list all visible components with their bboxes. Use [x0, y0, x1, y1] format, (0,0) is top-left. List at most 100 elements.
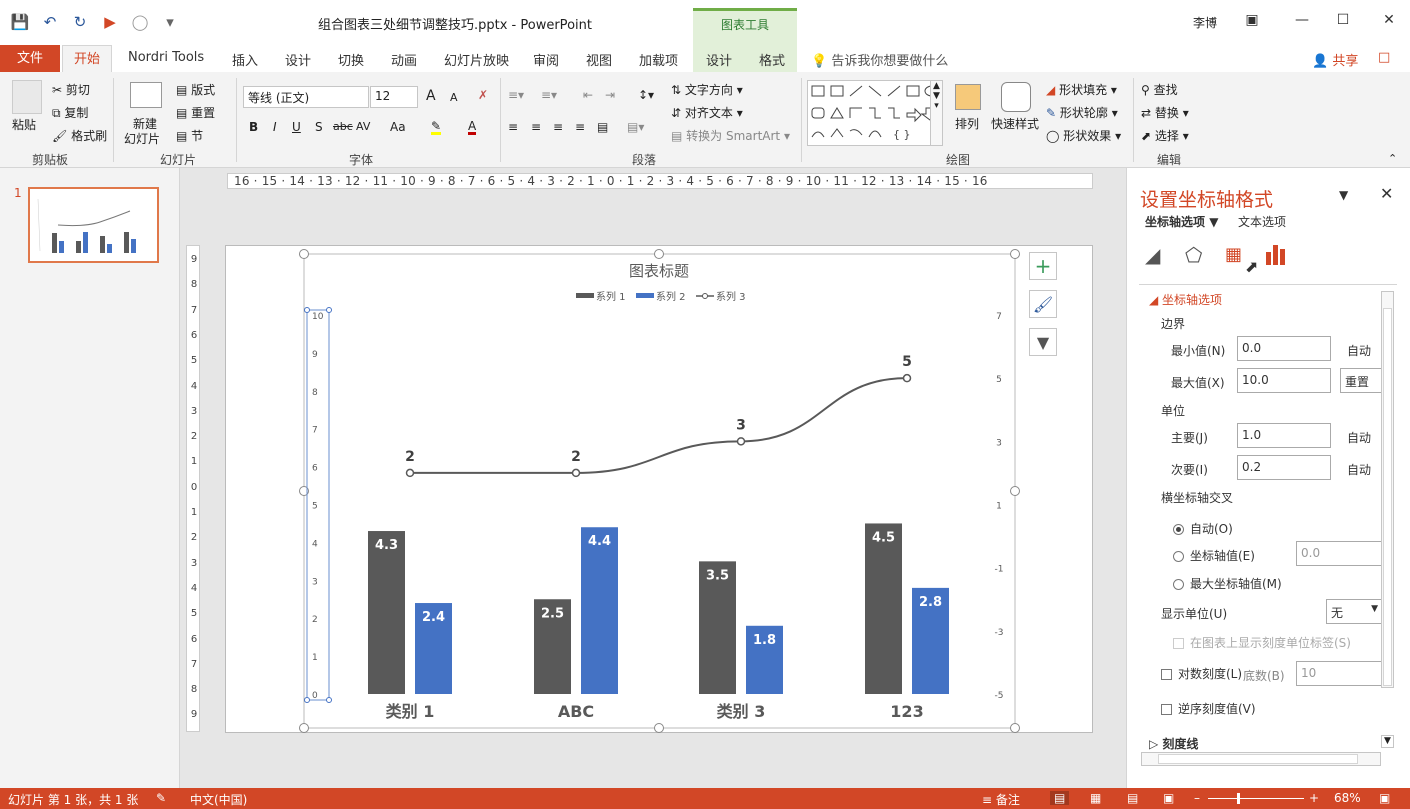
close-icon[interactable]: ✕: [1379, 12, 1399, 32]
effects-pentagon-icon[interactable]: ⬠: [1185, 243, 1202, 267]
highlight-icon[interactable]: ✎: [431, 120, 442, 135]
primary-value-axis[interactable]: 0 1 2 3 4 5 6 7 8 9 10: [312, 312, 324, 701]
cross-max-radio[interactable]: 最大坐标轴值(M): [1173, 575, 1282, 592]
find-button[interactable]: ⚲ 查找: [1141, 81, 1178, 98]
shape-fill-button[interactable]: ◢ 形状填充 ▾: [1046, 81, 1117, 98]
resize-handle[interactable]: [299, 723, 309, 733]
tab-text-options[interactable]: 文本选项: [1238, 213, 1286, 230]
min-input[interactable]: 0.0: [1237, 336, 1331, 361]
pane-close-icon[interactable]: ✕: [1380, 184, 1393, 203]
redo-icon[interactable]: ↻: [70, 12, 90, 32]
category-axis[interactable]: 类别 1 ABC 类别 3 123: [386, 702, 924, 721]
display-units-select[interactable]: 无 ▼: [1326, 599, 1382, 624]
paste-button[interactable]: 粘贴: [12, 116, 36, 133]
pane-vertical-scrollbar[interactable]: [1381, 291, 1394, 688]
zoom-out-icon[interactable]: –: [1194, 791, 1200, 805]
tab-animations[interactable]: 动画: [391, 50, 417, 69]
resize-handle[interactable]: [654, 249, 664, 259]
major-input[interactable]: 1.0: [1237, 423, 1331, 448]
cut-button[interactable]: ✂ 剪切: [52, 81, 90, 98]
comments-icon[interactable]: □: [1378, 50, 1390, 65]
numbering-icon[interactable]: ≡▾: [541, 88, 557, 102]
line-spacing-icon[interactable]: ↕▾: [638, 88, 654, 102]
resize-handle[interactable]: [1010, 486, 1020, 496]
undo-icon[interactable]: ↶: [40, 12, 60, 32]
line-marker[interactable]: [405, 468, 415, 478]
fill-line-icon[interactable]: ◢: [1145, 243, 1160, 267]
slide-canvas[interactable]: 图表标题 系列 1 系列 2 系列 3 0 1 2 3 4 5 6 7 8 9 10 -5 -3 -1 1 3 5…: [225, 245, 1093, 733]
axis-handle[interactable]: [304, 697, 310, 703]
minimize-icon[interactable]: —: [1292, 12, 1312, 32]
align-center-icon[interactable]: ≡: [531, 120, 541, 134]
align-left-icon[interactable]: ≡: [508, 120, 518, 134]
underline-button[interactable]: U: [292, 120, 301, 134]
section-tick-marks[interactable]: ▷ 刻度线: [1149, 735, 1198, 752]
bold-button[interactable]: B: [249, 120, 258, 134]
shadow-button[interactable]: S: [315, 120, 323, 134]
scroll-down-icon[interactable]: ▼: [1381, 735, 1394, 748]
primary-axis-selection-box[interactable]: [306, 309, 330, 701]
tab-review[interactable]: 审阅: [533, 50, 559, 69]
strikethrough-button[interactable]: abc: [333, 120, 353, 133]
line-marker[interactable]: [736, 437, 746, 446]
start-from-beginning-icon[interactable]: ▶: [100, 12, 120, 32]
notes-button[interactable]: ≡ 备注: [982, 791, 1020, 808]
chart-selection-handles[interactable]: [299, 249, 1020, 733]
layout-button[interactable]: ▤ 版式: [176, 81, 215, 98]
pane-horizontal-scrollbar[interactable]: [1141, 752, 1381, 766]
chart-title[interactable]: 图表标题: [629, 262, 689, 280]
increase-indent-icon[interactable]: ⇥: [605, 88, 615, 102]
shrink-font-button[interactable]: A: [450, 91, 458, 104]
show-units-checkbox[interactable]: 在图表上显示刻度单位标签(S): [1173, 634, 1351, 651]
smartart-button[interactable]: ▤ 转换为 SmartArt ▾: [671, 127, 790, 144]
axis-options-bars-icon[interactable]: [1264, 242, 1290, 268]
chart-styles-brush-icon[interactable]: 🖌: [1029, 290, 1057, 318]
align-text-button[interactable]: ⇵ 对齐文本 ▾: [671, 104, 743, 121]
font-color-button[interactable]: A: [468, 120, 477, 135]
tab-file[interactable]: 文件: [0, 45, 60, 72]
tab-axis-options[interactable]: 坐标轴选项 ▼: [1145, 213, 1218, 230]
decrease-indent-icon[interactable]: ⇤: [583, 88, 593, 102]
copy-button[interactable]: ⧉ 复制: [52, 104, 88, 121]
fit-to-window-icon[interactable]: ▣: [1379, 791, 1390, 805]
chart-filters-funnel-icon[interactable]: ▼: [1029, 328, 1057, 356]
change-case-button[interactable]: Aa: [390, 120, 406, 134]
quick-styles-button[interactable]: 快速样式: [991, 115, 1039, 132]
maximize-icon[interactable]: ☐: [1333, 12, 1353, 32]
tab-home[interactable]: 开始: [62, 45, 112, 73]
cross-value-radio[interactable]: 坐标轴值(E): [1173, 547, 1255, 564]
save-icon[interactable]: 💾: [10, 12, 30, 32]
cross-value-input[interactable]: 0.0: [1296, 541, 1382, 566]
replace-button[interactable]: ⇄ 替换 ▾: [1141, 104, 1189, 121]
tab-view[interactable]: 视图: [586, 50, 612, 69]
shape-outline-button[interactable]: ✎ 形状轮廓 ▾: [1046, 104, 1118, 121]
align-right-icon[interactable]: ≡: [553, 120, 563, 134]
tab-insert[interactable]: 插入: [232, 50, 258, 69]
line-marker[interactable]: [902, 373, 912, 383]
pane-options-dropdown-icon[interactable]: ▼: [1339, 188, 1348, 202]
axis-handle[interactable]: [304, 307, 310, 313]
tab-slide-show[interactable]: 幻灯片放映: [444, 50, 509, 69]
tell-me-box[interactable]: 💡 告诉我你想要做什么: [811, 50, 948, 69]
line-series[interactable]: 2 2 3 5: [405, 354, 912, 478]
customize-qat-icon[interactable]: ▾: [160, 12, 180, 32]
reset-button[interactable]: ▤ 重置: [176, 104, 215, 121]
zoom-in-icon[interactable]: +: [1309, 791, 1319, 805]
slideshow-view-icon[interactable]: ▣: [1163, 791, 1174, 805]
char-spacing-button[interactable]: AV: [356, 120, 370, 133]
grow-font-button[interactable]: A: [426, 88, 436, 104]
axis-handle[interactable]: [326, 307, 332, 313]
ribbon-display-options-icon[interactable]: ▣: [1242, 12, 1262, 32]
hscroll-thumb[interactable]: [1158, 754, 1358, 764]
select-button[interactable]: ⬈ 选择 ▾: [1141, 127, 1189, 144]
resize-handle[interactable]: [299, 249, 309, 259]
bar-series[interactable]: 4.3 2.4 2.5 4.4 3.5 1.8 4.5 2.8: [368, 523, 949, 694]
reading-view-icon[interactable]: ▤: [1127, 791, 1138, 805]
section-button[interactable]: ▤ 节: [176, 127, 203, 144]
tab-addins[interactable]: 加载项: [639, 50, 678, 69]
user-name[interactable]: 李博: [1193, 14, 1217, 31]
distributed-icon[interactable]: ▤: [597, 120, 608, 134]
share-button[interactable]: 👤 共享: [1312, 50, 1358, 69]
section-axis-options[interactable]: ◢ 坐标轴选项: [1149, 291, 1222, 308]
max-reset-button[interactable]: 重置: [1340, 368, 1382, 393]
